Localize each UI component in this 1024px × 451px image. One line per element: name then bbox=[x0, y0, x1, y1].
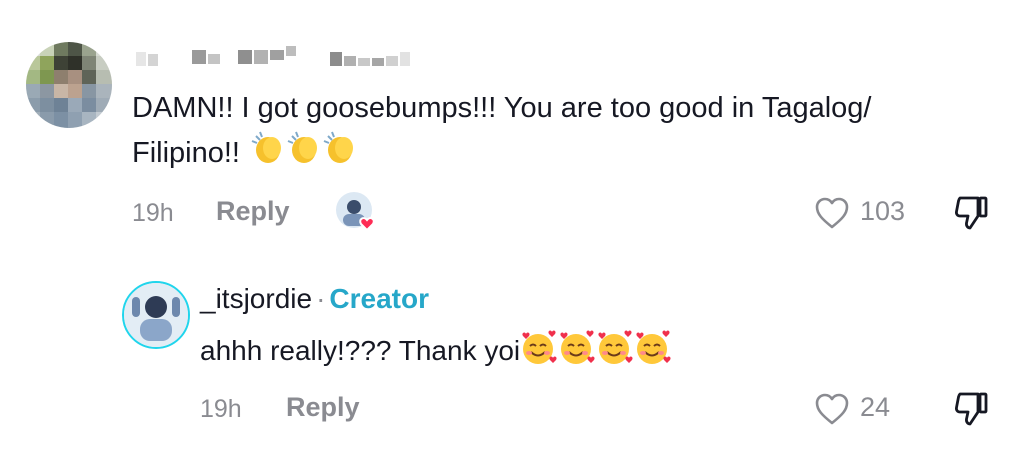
reply-reply-button[interactable]: Reply bbox=[286, 392, 360, 423]
username-redacted[interactable] bbox=[134, 44, 434, 72]
dislike-icon[interactable] bbox=[952, 390, 992, 428]
reply-username-line: _itsjordie · Creator bbox=[200, 283, 429, 315]
dislike-icon[interactable] bbox=[952, 194, 992, 232]
reply-username[interactable]: _itsjordie bbox=[200, 283, 312, 314]
reply-button[interactable]: Reply bbox=[216, 196, 290, 227]
reply-time: 19h bbox=[200, 395, 242, 423]
reply-like-count: 24 bbox=[860, 392, 891, 422]
creator-avatar[interactable] bbox=[122, 281, 190, 349]
comment-text: DAMN!! I got goosebumps!!! You are too g… bbox=[132, 86, 972, 179]
creator-badge: Creator bbox=[329, 283, 429, 314]
like-count: 103 bbox=[860, 196, 906, 226]
comment-time: 19h bbox=[132, 199, 174, 227]
creator-liked-badge bbox=[334, 190, 382, 232]
smiling-face-with-hearts-icon bbox=[520, 330, 672, 373]
comment-body: DAMN!! I got goosebumps!!! You are too g… bbox=[132, 92, 872, 169]
clapping-hands-icon bbox=[250, 130, 360, 179]
heart-icon[interactable] bbox=[814, 392, 850, 426]
avatar[interactable] bbox=[26, 42, 112, 128]
heart-icon[interactable] bbox=[814, 196, 850, 230]
reply-text: ahhh really!??? Thank yoi bbox=[200, 330, 674, 373]
reply-body: ahhh really!??? Thank yoi bbox=[200, 335, 521, 366]
separator-dot: · bbox=[316, 283, 326, 314]
